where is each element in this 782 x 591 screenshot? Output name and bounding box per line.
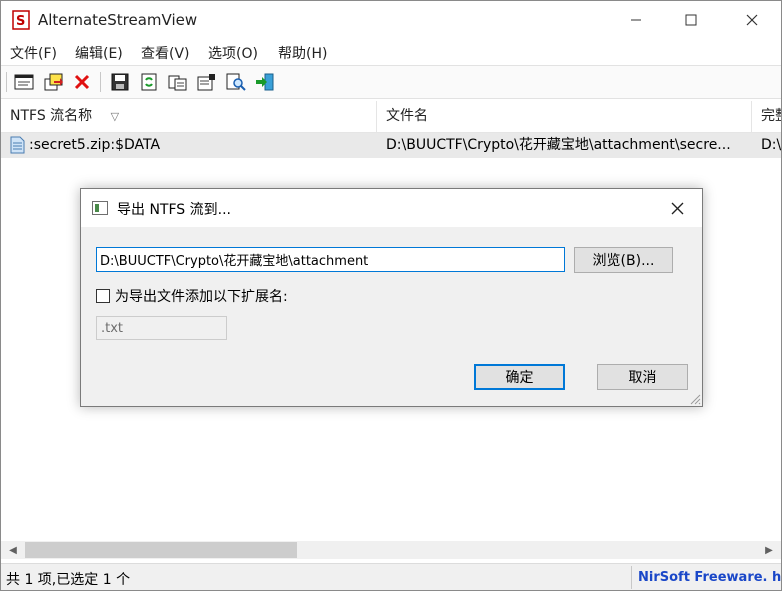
minimize-button[interactable]	[613, 1, 659, 39]
column-header-filename[interactable]: 文件名	[377, 101, 752, 132]
close-icon	[671, 202, 683, 214]
column-header-label: 文件名	[386, 108, 428, 124]
column-header-label: 完整	[761, 108, 781, 124]
close-button[interactable]	[729, 1, 775, 39]
status-count: 共 1 项,已选定 1 个	[6, 572, 131, 588]
cell-filename: D:\BUUCTF\Crypto\花开藏宝地\attachment\secre.…	[386, 137, 731, 153]
column-header-label: NTFS 流名称	[10, 108, 93, 124]
dialog-title-bar[interactable]: 导出 NTFS 流到...	[81, 189, 702, 227]
maximize-button[interactable]	[668, 1, 714, 39]
column-header-stream-name[interactable]: NTFS 流名称 ▽	[1, 101, 377, 132]
find-icon	[226, 73, 246, 91]
ok-button[interactable]: 确定	[474, 364, 565, 390]
toolbar-separator	[6, 72, 7, 92]
close-icon	[746, 14, 758, 26]
copy-button[interactable]	[167, 71, 189, 93]
resize-grip-icon[interactable]	[688, 392, 701, 405]
menu-options[interactable]: 选项(O)	[208, 43, 258, 63]
cell-full-path: D:\	[761, 137, 781, 153]
find-button[interactable]	[225, 71, 247, 93]
cancel-button[interactable]: 取消	[597, 364, 688, 390]
menu-file[interactable]: 文件(F)	[10, 43, 57, 63]
delete-icon	[74, 74, 90, 90]
export-icon	[44, 73, 63, 91]
svg-text:S: S	[16, 14, 25, 29]
export-dialog: 导出 NTFS 流到... 浏览(B)... 为导出文件添加以下扩展名: 确定 …	[80, 188, 703, 407]
dialog-window-icon	[92, 201, 108, 215]
export-button[interactable]	[43, 71, 65, 93]
scroll-right-icon[interactable]: ▶	[760, 541, 778, 559]
export-path-input[interactable]	[96, 247, 565, 272]
window-title: AlternateStreamView	[38, 11, 198, 29]
table-row[interactable]: :secret5.zip:$DATA D:\BUUCTF\Crypto\花开藏宝…	[1, 133, 781, 158]
save-icon	[111, 73, 129, 91]
menu-edit[interactable]: 编辑(E)	[75, 43, 123, 63]
horizontal-scrollbar[interactable]: ◀ ▶	[1, 541, 781, 559]
list-header: NTFS 流名称 ▽ 文件名 完整	[1, 101, 781, 133]
extension-input	[96, 316, 227, 340]
sort-indicator-icon: ▽	[110, 110, 120, 123]
add-extension-option[interactable]: 为导出文件添加以下扩展名:	[96, 287, 288, 305]
app-icon: S	[12, 10, 30, 30]
menu-help[interactable]: 帮助(H)	[278, 43, 327, 63]
maximize-icon	[685, 14, 697, 26]
menu-bar: 文件(F) 编辑(E) 查看(V) 选项(O) 帮助(H)	[1, 39, 781, 63]
scrollbar-thumb[interactable]	[25, 542, 297, 558]
delete-button[interactable]	[71, 71, 93, 93]
file-icon	[10, 136, 25, 154]
menu-view[interactable]: 查看(V)	[141, 43, 190, 63]
options-button[interactable]	[196, 71, 218, 93]
add-extension-checkbox[interactable]	[96, 289, 110, 303]
browse-button[interactable]: 浏览(B)...	[574, 247, 673, 273]
exit-icon	[256, 73, 274, 91]
exit-button[interactable]	[254, 71, 276, 93]
refresh-button[interactable]	[138, 71, 160, 93]
properties-button[interactable]	[13, 71, 35, 93]
column-header-full-path[interactable]: 完整	[752, 101, 781, 132]
minimize-icon	[631, 19, 641, 21]
refresh-icon	[141, 73, 157, 91]
cell-stream-name: :secret5.zip:$DATA	[29, 137, 161, 153]
properties-icon	[14, 74, 34, 90]
toolbar	[1, 65, 781, 99]
toolbar-separator	[100, 72, 101, 92]
dialog-close-button[interactable]	[666, 197, 688, 219]
title-bar[interactable]: S AlternateStreamView	[1, 1, 781, 39]
nirsoft-link[interactable]: NirSoft Freeware. http	[631, 566, 781, 589]
copy-icon	[168, 75, 187, 91]
add-extension-label: 为导出文件添加以下扩展名:	[115, 289, 288, 305]
status-bar: 共 1 项,已选定 1 个 NirSoft Freeware. http	[1, 563, 781, 590]
dialog-title: 导出 NTFS 流到...	[117, 202, 231, 218]
save-button[interactable]	[109, 71, 131, 93]
options-icon	[197, 74, 215, 91]
scroll-left-icon[interactable]: ◀	[4, 541, 22, 559]
